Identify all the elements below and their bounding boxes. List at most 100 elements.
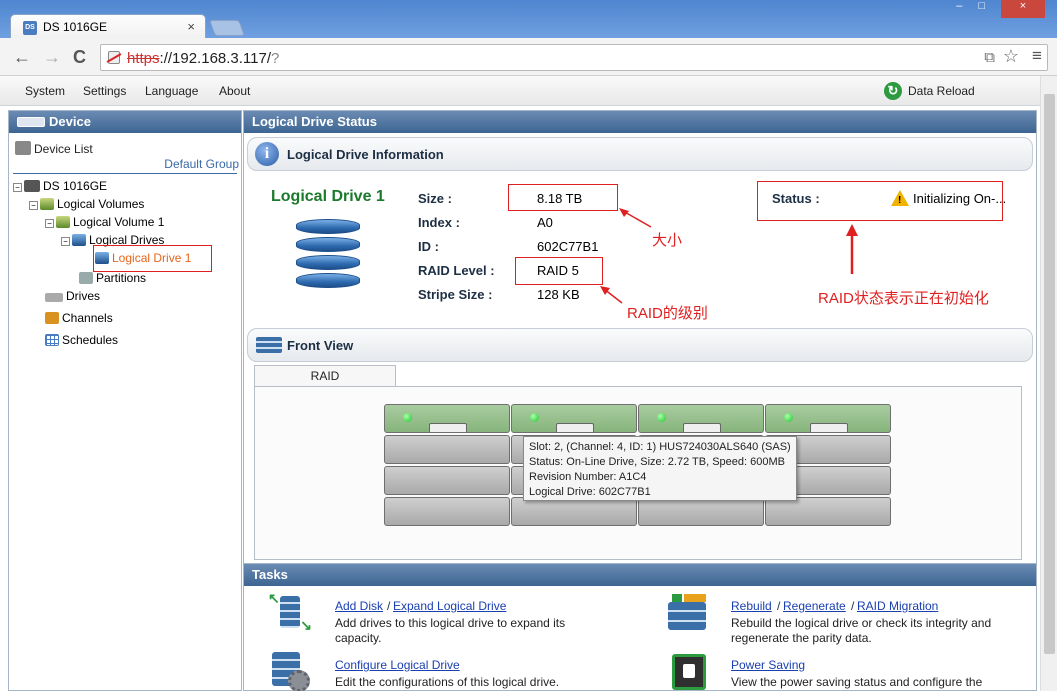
drives-icon [45, 293, 63, 302]
power-saving-link[interactable]: Power Saving [731, 658, 805, 672]
drive-slot-3[interactable] [638, 404, 764, 433]
task-separator: / [777, 599, 781, 613]
power-saving-description: View the power saving status and configu… [731, 675, 983, 689]
annotation-box-selected-drive [93, 245, 212, 272]
tooltip-line: Slot: 2, (Channel: 4, ID: 1) HUS724030AL… [529, 441, 791, 453]
annotation-status-note: RAID状态表示正在初始化 [818, 290, 989, 307]
drive-slot-4[interactable] [765, 404, 891, 433]
rebuild-icon [666, 592, 710, 636]
data-reload-button[interactable]: Data Reload [908, 84, 975, 98]
stripe-size-label: Stripe Size : [418, 287, 493, 302]
id-label: ID : [418, 239, 439, 254]
drive-slot-14[interactable] [511, 497, 637, 526]
tree-channels[interactable]: Channels [45, 311, 113, 325]
star-icon[interactable]: ☆ [1003, 46, 1019, 67]
rebuild-description: Rebuild the logical drive or check its i… [731, 616, 992, 645]
rebuild-link[interactable]: Rebuild [731, 599, 772, 613]
page-scrollbar[interactable] [1040, 76, 1057, 691]
collapse-icon[interactable]: − [29, 201, 38, 210]
logical-drives-icon [72, 234, 86, 246]
collapse-icon[interactable]: − [61, 237, 70, 246]
scrollbar-thumb[interactable] [1044, 94, 1055, 654]
tree-logical-volumes[interactable]: − Logical Volumes [29, 197, 144, 211]
tasks-header: Tasks [244, 564, 1036, 586]
configure-logical-drive-link[interactable]: Configure Logical Drive [335, 658, 460, 672]
menu-language[interactable]: Language [145, 84, 198, 98]
drive-slot-13[interactable] [384, 497, 510, 526]
tree-partitions[interactable]: Partitions [79, 271, 146, 285]
annotation-arrow-raid [600, 286, 623, 304]
schedules-icon [45, 334, 59, 346]
front-view-title: Front View [287, 338, 354, 353]
tab-close-icon[interactable]: × [187, 19, 195, 34]
annotation-box-status [757, 181, 1003, 221]
server-icon [24, 180, 40, 192]
drive-slot-9[interactable] [384, 466, 510, 495]
task-separator: / [851, 599, 855, 613]
configure-description: Edit the configurations of this logical … [335, 675, 560, 689]
collapse-icon[interactable]: − [13, 183, 22, 192]
index-value: A0 [537, 215, 553, 230]
channels-icon [45, 312, 59, 324]
data-reload-icon[interactable]: ↻ [884, 82, 902, 100]
tree-logical-volume-1[interactable]: − Logical Volume 1 [45, 215, 164, 229]
main-panel-header: Logical Drive Status [244, 111, 1036, 133]
maximize-icon[interactable]: □ [978, 0, 985, 18]
collapse-icon[interactable]: − [45, 219, 54, 228]
regenerate-link[interactable]: Regenerate [783, 599, 846, 613]
default-group-label[interactable]: Default Group [164, 157, 239, 171]
expand-logical-drive-link[interactable]: Expand Logical Drive [393, 599, 506, 613]
drive-slot-2[interactable] [511, 404, 637, 433]
insecure-lock-icon [108, 51, 120, 64]
tooltip-line: Revision Number: A1C4 [529, 471, 647, 483]
device-icon [17, 117, 45, 127]
drive-tooltip: Slot: 2, (Channel: 4, ID: 1) HUS724030AL… [523, 436, 797, 501]
tree-drives[interactable]: Drives [45, 289, 100, 303]
front-view-icon [256, 337, 282, 353]
drive-slot-15[interactable] [638, 497, 764, 526]
forward-icon[interactable]: → [43, 47, 61, 68]
back-icon[interactable]: ← [13, 47, 31, 68]
drive-slot-5[interactable] [384, 435, 510, 464]
info-icon: i [255, 142, 279, 166]
tree-schedules[interactable]: Schedules [45, 333, 118, 347]
led-icon [530, 413, 539, 422]
translate-icon[interactable]: ⧉ [984, 49, 995, 66]
power-saving-icon [668, 652, 712, 691]
close-window-icon[interactable]: × [1001, 0, 1045, 18]
favicon-icon: DS [23, 21, 37, 35]
address-bar[interactable]: https://192.168.3.117/? ⧉ ☆ [100, 44, 1048, 71]
add-disk-link[interactable]: Add Disk [335, 599, 383, 613]
add-disk-description: Add drives to this logical drive to expa… [335, 616, 566, 645]
front-view-section-header: Front View [247, 328, 1033, 362]
configure-drive-icon [268, 650, 312, 691]
partitions-icon [79, 272, 93, 284]
main-panel-title: Logical Drive Status [252, 114, 377, 129]
logical-volume-icon [56, 216, 70, 228]
tree-device[interactable]: − DS 1016GE [13, 179, 107, 193]
new-tab-button[interactable] [209, 20, 245, 36]
annotation-arrow-size [619, 208, 652, 228]
reload-icon[interactable]: C [73, 47, 86, 68]
menu-system[interactable]: System [25, 84, 65, 98]
drive-slot-1[interactable] [384, 404, 510, 433]
drive-slot-16[interactable] [765, 497, 891, 526]
stripe-size-value: 128 KB [537, 287, 580, 302]
task-separator: / [387, 599, 391, 613]
tab-raid[interactable]: RAID [254, 365, 396, 387]
menu-about[interactable]: About [219, 84, 250, 98]
annotation-arrow-status [846, 224, 858, 274]
led-icon [784, 413, 793, 422]
info-section-header: i Logical Drive Information [247, 137, 1033, 171]
menu-icon[interactable]: ≡ [1032, 46, 1042, 66]
minimize-icon[interactable]: – [956, 0, 962, 18]
device-list-link[interactable]: Device List [15, 141, 93, 156]
annotation-raid-note: RAID的级别 [627, 305, 708, 322]
expand-drive-icon: ↖ ↘ [268, 590, 312, 633]
raid-migration-link[interactable]: RAID Migration [857, 599, 938, 613]
browser-tab[interactable]: DS DS 1016GE × [10, 14, 206, 40]
device-panel-header: Device [9, 111, 241, 133]
menu-settings[interactable]: Settings [83, 84, 126, 98]
annotation-box-raid [515, 257, 603, 285]
logical-drive-name: Logical Drive 1 [271, 188, 385, 205]
